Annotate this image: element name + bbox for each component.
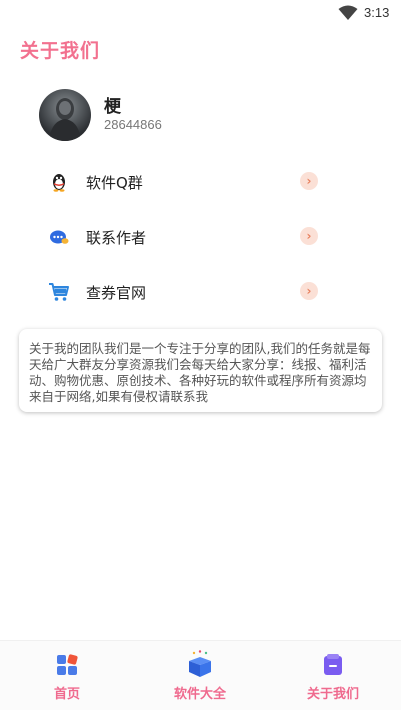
menu-item-label: 联系作者 bbox=[86, 229, 147, 247]
menu-item-contact-author[interactable]: 联系作者 › bbox=[40, 216, 340, 256]
tab-home[interactable]: 首页 bbox=[7, 641, 127, 710]
bottom-nav: 首页 软件大全 关于我们 bbox=[0, 640, 401, 710]
chevron-right-icon: › bbox=[300, 282, 318, 300]
qq-penguin-icon bbox=[53, 174, 65, 192]
avatar[interactable] bbox=[39, 89, 91, 141]
description-text: 关于我的团队我们是一个专注于分享的团队,我们的任务就是每天给广大群友分享资源我们… bbox=[29, 341, 371, 404]
description-card: 关于我的团队我们是一个专注于分享的团队,我们的任务就是每天给广大群友分享资源我们… bbox=[19, 329, 382, 412]
avatar-image bbox=[49, 98, 81, 141]
profile-id: 28644866 bbox=[104, 117, 162, 132]
about-card-icon bbox=[324, 654, 342, 675]
menu-item-qq-group[interactable]: 软件Q群 › bbox=[40, 161, 340, 201]
chat-bubble-icon bbox=[50, 230, 69, 244]
menu-item-label: 软件Q群 bbox=[86, 174, 143, 192]
tab-label: 关于我们 bbox=[306, 687, 359, 702]
page-title: 关于我们 bbox=[20, 40, 101, 62]
menu-item-label: 查券官网 bbox=[86, 284, 147, 302]
chevron-right-icon: › bbox=[300, 172, 318, 190]
menu-item-coupon-site[interactable]: 查券官网 › bbox=[40, 271, 340, 311]
shopping-cart-icon bbox=[49, 283, 69, 301]
tab-label: 软件大全 bbox=[173, 687, 226, 702]
tab-about-us[interactable]: 关于我们 bbox=[273, 641, 393, 710]
home-grid-icon bbox=[57, 654, 78, 675]
tab-software[interactable]: 软件大全 bbox=[140, 641, 260, 710]
status-time: 3:13 bbox=[364, 5, 390, 20]
status-bar: 3:13 bbox=[0, 0, 401, 26]
profile-name: 梗 bbox=[104, 97, 121, 117]
gift-box-icon bbox=[189, 650, 211, 677]
wifi-icon bbox=[338, 5, 358, 20]
chevron-right-icon: › bbox=[300, 227, 318, 245]
tab-label: 首页 bbox=[53, 687, 80, 702]
